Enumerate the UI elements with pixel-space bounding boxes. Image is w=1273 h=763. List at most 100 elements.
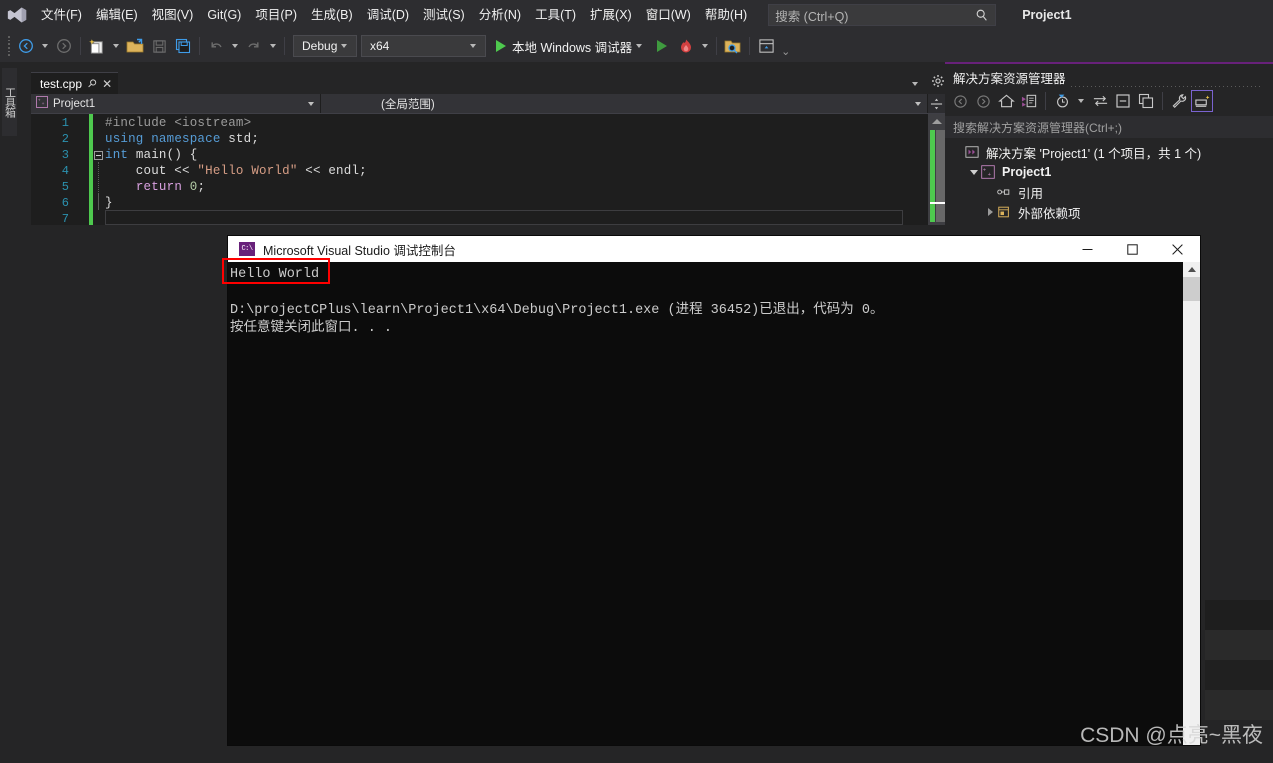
close-button[interactable]: [1155, 236, 1200, 262]
find-in-files-icon[interactable]: [721, 34, 745, 58]
debug-target-dropdown-icon[interactable]: [636, 44, 643, 48]
start-without-debugging-icon[interactable]: [650, 34, 674, 58]
toolbar-grip[interactable]: [4, 35, 14, 57]
filter-dropdown-icon[interactable]: [1078, 99, 1084, 103]
open-file-icon[interactable]: [123, 34, 147, 58]
undo-icon[interactable]: [204, 34, 228, 58]
code-token: main: [135, 148, 167, 162]
menu-project[interactable]: 项目(P): [248, 3, 304, 27]
maximize-button[interactable]: [1110, 236, 1155, 262]
solution-explorer-search-input[interactable]: 搜索解决方案资源管理器(Ctrl+;): [945, 116, 1273, 138]
pin-icon[interactable]: ⚲: [85, 76, 100, 91]
tree-item-project[interactable]: + + Project1: [945, 162, 1273, 182]
layout-icon[interactable]: [754, 34, 778, 58]
code-editor[interactable]: 1 2 3 4 5 6 7 #include <iostream> using namespa…: [31, 114, 945, 225]
new-item-dropdown-icon[interactable]: [113, 44, 119, 48]
home-icon[interactable]: [995, 90, 1017, 112]
menu-extensions[interactable]: 扩展(X): [583, 3, 639, 27]
menu-git[interactable]: Git(G): [200, 3, 248, 27]
redo-icon[interactable]: [242, 34, 266, 58]
sync-views-icon[interactable]: [1089, 90, 1111, 112]
menu-test[interactable]: 测试(S): [416, 3, 472, 27]
scrollbar-caret-marker: [930, 202, 945, 204]
menu-file[interactable]: 文件(F): [34, 3, 89, 27]
toolbar-separator-2: [199, 37, 200, 55]
member-combo[interactable]: (全局范围): [321, 94, 928, 113]
navigate-back-dropdown-icon[interactable]: [42, 44, 48, 48]
gear-icon[interactable]: [931, 74, 945, 93]
show-all-files-icon[interactable]: [1135, 90, 1157, 112]
debug-console-window[interactable]: C:\ Microsoft Visual Studio 调试控制台 Hello: [228, 236, 1200, 745]
tree-item-label: 引用: [1018, 186, 1044, 201]
close-icon[interactable]: ✕: [102, 78, 112, 90]
minimize-button[interactable]: [1065, 236, 1110, 262]
collapse-region-icon[interactable]: [94, 151, 103, 160]
scrollbar-thumb[interactable]: [936, 130, 945, 222]
console-window-buttons: [1065, 236, 1200, 262]
editor-tab-test-cpp[interactable]: test.cpp ⚲ ✕: [31, 72, 119, 94]
split-view-icon[interactable]: [928, 97, 945, 111]
start-debugging-button[interactable]: 本地 Windows 调试器: [496, 37, 646, 56]
properties-wrench-icon[interactable]: [1168, 90, 1190, 112]
code-line[interactable]: cout << "Hello World" << endl;: [105, 164, 367, 178]
tree-item-references[interactable]: 引用: [945, 182, 1273, 202]
solution-platform-combo[interactable]: x64: [361, 35, 486, 57]
scope-combo-value: Project1: [53, 97, 96, 110]
menu-debug[interactable]: 调试(D): [360, 3, 416, 27]
scope-combo[interactable]: + + Project1: [31, 94, 321, 113]
tree-item-external-deps[interactable]: 外部依赖项: [945, 202, 1273, 222]
scroll-up-icon[interactable]: [931, 119, 942, 124]
console-scrollbar[interactable]: [1183, 262, 1200, 745]
panel-drag-dots[interactable]: [1071, 76, 1261, 87]
collapse-arrow-icon[interactable]: [967, 169, 981, 175]
menu-tools[interactable]: 工具(T): [528, 3, 583, 27]
chevron-down-icon-scope: [308, 101, 314, 106]
toolbar-overflow-icon[interactable]: ⌄: [781, 45, 790, 62]
menu-window[interactable]: 窗口(W): [639, 3, 698, 27]
code-line[interactable]: int main() {: [105, 148, 197, 162]
console-icon-label: C:\: [241, 245, 253, 253]
hot-reload-dropdown-icon[interactable]: [702, 44, 709, 48]
menu-help[interactable]: 帮助(H): [698, 3, 754, 27]
solution-configuration-combo[interactable]: Debug: [293, 35, 357, 57]
search-input[interactable]: 搜索 (Ctrl+Q): [768, 4, 997, 26]
save-all-icon[interactable]: [171, 34, 195, 58]
back-icon[interactable]: [949, 90, 971, 112]
code-line[interactable]: }: [105, 196, 113, 210]
forward-icon[interactable]: [972, 90, 994, 112]
preview-selected-items-icon[interactable]: [1191, 90, 1213, 112]
console-output[interactable]: Hello World D:\projectCPlus\learn\Projec…: [228, 262, 1200, 745]
svg-text:+: +: [988, 171, 992, 178]
menu-analyze[interactable]: 分析(N): [472, 3, 528, 27]
tree-item-solution[interactable]: 解决方案 'Project1' (1 个项目，共 1 个): [945, 142, 1273, 162]
menu-build[interactable]: 生成(B): [304, 3, 360, 27]
sync-with-active-document-icon[interactable]: [1018, 90, 1040, 112]
menu-edit[interactable]: 编辑(E): [89, 3, 145, 27]
new-item-icon[interactable]: [85, 34, 109, 58]
collapse-all-icon[interactable]: [1112, 90, 1134, 112]
cpp-project-icon: + +: [36, 96, 48, 111]
console-scroll-up-icon[interactable]: [1187, 267, 1196, 272]
menu-view[interactable]: 视图(V): [145, 3, 201, 27]
console-scrollbar-thumb[interactable]: [1183, 277, 1200, 301]
code-line[interactable]: return 0;: [105, 180, 205, 194]
code-line[interactable]: #include <iostream>: [105, 116, 251, 130]
svg-text:+: +: [983, 167, 987, 174]
undo-dropdown-icon[interactable]: [232, 44, 238, 48]
code-line[interactable]: using namespace std;: [105, 132, 259, 146]
pending-changes-filter-icon[interactable]: [1051, 90, 1073, 112]
console-output-line: 按任意键关闭此窗口. . .: [230, 321, 393, 336]
console-title-text: Microsoft Visual Studio 调试控制台: [263, 243, 456, 258]
redo-dropdown-icon[interactable]: [270, 44, 276, 48]
console-title-bar[interactable]: C:\ Microsoft Visual Studio 调试控制台: [228, 236, 1200, 262]
navigate-forward-icon[interactable]: [52, 34, 76, 58]
editor-scrollbar[interactable]: [928, 114, 945, 225]
hot-reload-icon[interactable]: [674, 34, 698, 58]
code-token: cout <<: [105, 164, 198, 178]
expand-arrow-icon[interactable]: [983, 208, 997, 216]
tab-list-dropdown-icon[interactable]: [912, 81, 918, 86]
navigate-back-icon[interactable]: [14, 34, 38, 58]
toolbox-tab[interactable]: 工具箱: [2, 68, 17, 136]
editor-tabstrip: test.cpp ⚲ ✕: [31, 72, 945, 94]
save-icon[interactable]: [147, 34, 171, 58]
